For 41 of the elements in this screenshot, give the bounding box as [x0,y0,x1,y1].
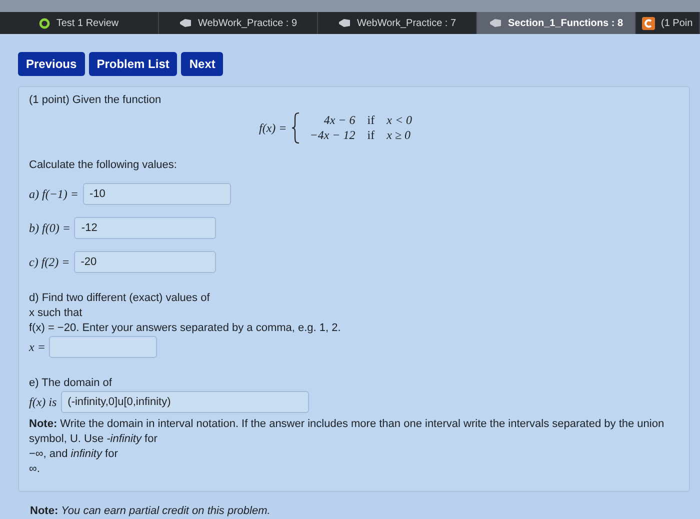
answer-field[interactable] [49,336,158,358]
answer-field[interactable]: -12 [74,217,216,240]
nav-button[interactable]: Previous [18,52,85,76]
note-text: Note: Write the domain in interval notation. If the answer includes more than one interval write the intervals separated by the union [29,417,666,432]
note-text: symbol, U. Use -infinity for [29,432,158,448]
browser-tab[interactable]: (1 Poin [636,12,700,34]
question-text: x such that [29,306,84,322]
case-keyword: if [366,113,376,128]
prompt-text: Calculate the following values: [29,158,178,174]
case-condition: x < 0 [386,113,414,128]
answer-field[interactable]: -20 [74,251,216,274]
nav-button[interactable]: Problem List [88,52,178,76]
answer-label: f(x) is [29,394,57,412]
tag-icon [488,18,502,28]
question-text: f(x) = −20. Enter your answers separated by a comma, e.g. 1, 2. [29,321,342,336]
nav-button[interactable]: Next [181,52,224,76]
note-text: ∞. [29,462,41,478]
tag-icon [338,18,351,28]
browser-tab[interactable]: Test 1 Review [0,12,159,34]
problem-intro: (1 point) Given the function [29,93,162,108]
partial-credit-note: Note: You can earn partial credit on this problem. [30,504,272,519]
case-keyword: if [366,128,376,144]
note-text: −∞, and infinity for [29,447,119,462]
answer-field[interactable]: (-infinity,0]u[0,infinity) [60,391,309,414]
case-expression: −4x − 12 [308,128,356,144]
tag-icon [178,18,192,28]
app-icon [642,16,655,30]
case-expression: 4x − 6 [322,113,356,128]
question-text: e) The domain of [29,376,113,392]
function-name: f(x) = [259,120,287,138]
part-label: c) f(2) = [29,254,70,272]
part-label: a) f(−1) = [29,186,79,204]
answer-field[interactable]: -10 [82,183,231,206]
browser-tab[interactable]: Section_1_Functions : 8 [477,12,636,34]
part-label: b) f(0) = [29,220,70,238]
ring-icon [39,18,50,28]
brace-drawing [290,112,300,144]
answer-label: x = [29,339,46,356]
browser-tab[interactable]: WebWork_Practice : 9 [159,12,318,34]
question-text: d) Find two different (exact) values of [29,291,211,306]
case-condition: x ≥ 0 [386,128,412,144]
